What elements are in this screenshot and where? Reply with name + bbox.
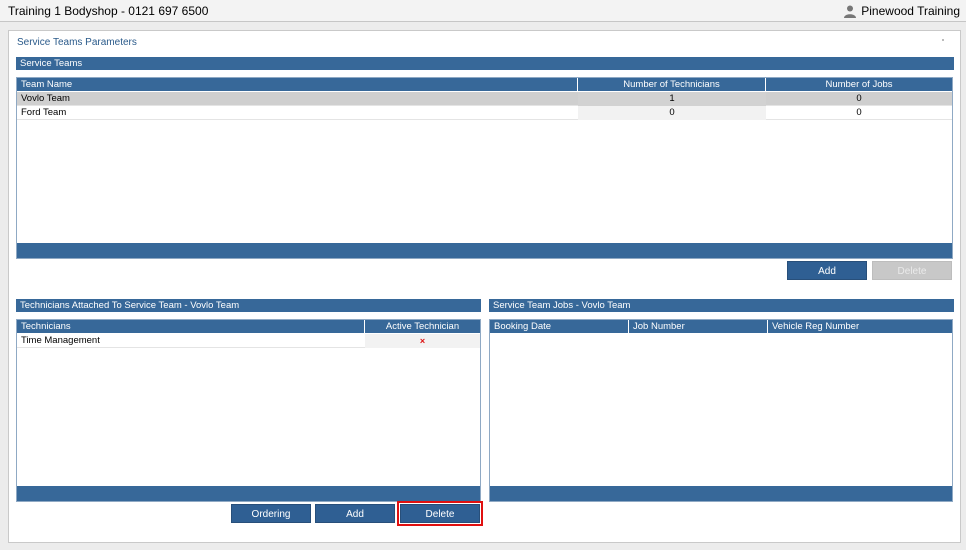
technician-name-cell: Time Management <box>21 335 100 346</box>
add-team-button[interactable]: Add <box>787 261 867 280</box>
table-row-vovlo-team[interactable]: Vovlo Team 1 0 <box>17 92 952 106</box>
technician-count-cell: 1 <box>578 92 766 106</box>
service-teams-parameters-panel: Service Teams Parameters Service Teams T… <box>8 30 961 543</box>
column-header-job-number[interactable]: Job Number <box>629 320 768 333</box>
person-icon <box>844 5 857 18</box>
delete-technician-button[interactable]: Delete <box>397 501 483 526</box>
column-header-number-of-technicians[interactable]: Number of Technicians <box>578 78 766 91</box>
app-title: Training 1 Bodyshop - 0121 697 6500 <box>8 4 209 18</box>
ordering-button[interactable]: Ordering <box>231 504 311 523</box>
technicians-grid-header: Technicians Active Technician <box>17 320 480 333</box>
active-technician-cell[interactable]: × <box>365 334 480 348</box>
technicians-section-header: Technicians Attached To Service Team - V… <box>16 299 481 312</box>
delete-technician-label: Delete <box>425 509 455 520</box>
column-header-booking-date[interactable]: Booking Date <box>490 320 629 333</box>
team-name-cell: Ford Team <box>21 107 67 118</box>
service-team-jobs-grid: Booking Date Job Number Vehicle Reg Numb… <box>489 319 953 502</box>
add-technician-button[interactable]: Add <box>315 504 395 523</box>
technician-count-cell: 0 <box>578 106 766 120</box>
title-bar: Training 1 Bodyshop - 0121 697 6500 Pine… <box>0 0 966 22</box>
technicians-grid-footer <box>17 486 480 501</box>
service-teams-section-header: Service Teams <box>16 57 954 70</box>
job-count-cell: 0 <box>856 93 862 104</box>
inactive-x-icon: × <box>419 336 426 346</box>
table-row-ford-team[interactable]: Ford Team 0 0 <box>17 106 952 120</box>
technicians-grid: Technicians Active Technician Time Manag… <box>16 319 481 502</box>
column-header-technicians[interactable]: Technicians <box>17 320 365 333</box>
service-teams-grid-header: Team Name Number of Technicians Number o… <box>17 78 952 91</box>
delete-team-label: Delete <box>897 266 927 277</box>
panel-resize-dot <box>942 39 944 41</box>
ordering-label: Ordering <box>251 509 291 520</box>
add-technician-label: Add <box>346 509 364 520</box>
panel-title: Service Teams Parameters <box>17 37 137 48</box>
jobs-grid-footer <box>490 486 952 501</box>
service-teams-grid-footer <box>17 243 952 258</box>
team-name-cell: Vovlo Team <box>21 93 70 104</box>
delete-team-button[interactable]: Delete <box>872 261 952 280</box>
user-menu[interactable]: Pinewood Training <box>843 4 960 18</box>
column-header-vehicle-reg-number[interactable]: Vehicle Reg Number <box>768 320 952 333</box>
table-row-time-management[interactable]: Time Management × <box>17 334 480 348</box>
add-team-label: Add <box>818 266 836 277</box>
jobs-section-header: Service Team Jobs - Vovlo Team <box>489 299 954 312</box>
user-name: Pinewood Training <box>861 4 960 18</box>
job-count-cell: 0 <box>856 107 862 118</box>
service-teams-grid: Team Name Number of Technicians Number o… <box>16 77 953 259</box>
jobs-grid-header: Booking Date Job Number Vehicle Reg Numb… <box>490 320 952 333</box>
column-header-number-of-jobs[interactable]: Number of Jobs <box>766 78 952 91</box>
column-header-team-name[interactable]: Team Name <box>17 78 578 91</box>
column-header-active-technician[interactable]: Active Technician <box>365 320 480 333</box>
